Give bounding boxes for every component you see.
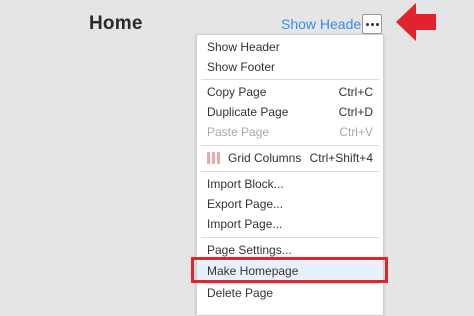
menu-item-shortcut: Ctrl+Shift+4 (309, 151, 373, 165)
show-header-link[interactable]: Show Header (281, 16, 366, 32)
red-arrow-left-icon (396, 3, 436, 41)
menu-item-label: Export Page... (207, 197, 284, 211)
menu-divider (201, 79, 379, 80)
menu-item-label: Make Homepage (207, 264, 299, 278)
menu-item-copy-page[interactable]: Copy Page Ctrl+C (197, 82, 383, 102)
menu-item-shortcut: Ctrl+D (338, 105, 373, 119)
menu-item-label: Page Settings... (207, 243, 292, 257)
menu-item-import-page[interactable]: Import Page... (197, 214, 383, 234)
menu-item-show-footer[interactable]: Show Footer (197, 57, 383, 77)
menu-item-shortcut: Ctrl+V (339, 125, 373, 139)
menu-item-label: Duplicate Page (207, 105, 289, 119)
menu-item-paste-page: Paste Page Ctrl+V (197, 122, 383, 142)
menu-item-label: Paste Page (207, 125, 270, 139)
more-options-button[interactable] (362, 14, 382, 34)
menu-item-export-page[interactable]: Export Page... (197, 194, 383, 214)
ellipsis-icon (365, 22, 369, 26)
grid-columns-icon (207, 152, 220, 164)
menu-divider (201, 171, 379, 172)
menu-item-import-block[interactable]: Import Block... (197, 174, 383, 194)
menu-item-label: Show Header (207, 40, 280, 54)
menu-item-label: Import Page... (207, 217, 283, 231)
menu-item-duplicate-page[interactable]: Duplicate Page Ctrl+D (197, 102, 383, 122)
menu-item-grid-columns[interactable]: Grid Columns Ctrl+Shift+4 (197, 148, 383, 168)
menu-item-make-homepage[interactable]: Make Homepage (197, 261, 383, 281)
page-title: Home (89, 13, 143, 34)
menu-item-label: Copy Page (207, 85, 267, 99)
menu-item-shortcut: Ctrl+C (338, 85, 373, 99)
menu-item-label: Delete Page (207, 286, 274, 300)
menu-item-label: Show Footer (207, 60, 276, 74)
menu-item-label: Import Block... (207, 177, 284, 191)
menu-item-page-settings[interactable]: Page Settings... (197, 240, 383, 260)
menu-item-label: Grid Columns (228, 151, 302, 165)
menu-item-delete-page[interactable]: Delete Page (197, 283, 383, 303)
menu-item-show-header[interactable]: Show Header (197, 37, 383, 57)
menu-divider (201, 145, 379, 146)
menu-divider (201, 237, 379, 238)
context-menu: Show Header Show Footer Copy Page Ctrl+C… (196, 34, 384, 316)
